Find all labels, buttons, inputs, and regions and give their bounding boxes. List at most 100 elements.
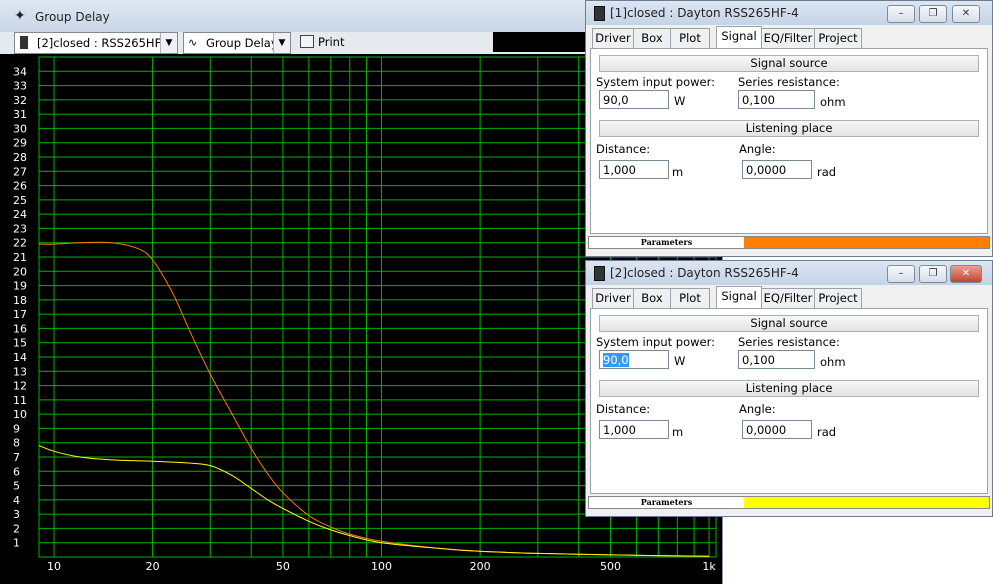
y-tick-label: 4 [13, 494, 20, 507]
project-combo[interactable]: [2]closed : RSS265HF-4 ▼ [14, 32, 178, 54]
properties-window-1: [1]closed : Dayton RSS265HF-4 – ❐ ✕ Driv… [585, 0, 993, 257]
y-tick-label: 19 [13, 280, 27, 293]
title-bar[interactable]: [2]closed : Dayton RSS265HF-4 – ❐ ✕ [586, 261, 992, 285]
y-tick-label: 25 [13, 194, 27, 207]
y-tick-label: 24 [13, 208, 27, 221]
tab-box[interactable]: Box [633, 28, 671, 48]
restore-button[interactable]: ❐ [919, 5, 947, 23]
print-label: Print [318, 35, 345, 49]
tab-project[interactable]: Project [814, 288, 862, 308]
window-title: Group Delay [35, 10, 110, 24]
close-button[interactable]: ✕ [950, 265, 982, 283]
tab-eq-filter[interactable]: EQ/Filter [761, 288, 815, 308]
power-input-selection: 90,0 [603, 353, 629, 367]
angle-input[interactable]: 0,0000 [742, 160, 812, 179]
minimize-button[interactable]: – [887, 5, 915, 23]
resistance-input[interactable]: 0,100 [738, 350, 815, 369]
speaker-icon [20, 36, 28, 49]
curve-combo-value: Group Delay [206, 36, 278, 50]
angle-unit: rad [817, 165, 837, 179]
tab-eq-filter[interactable]: EQ/Filter [761, 28, 815, 48]
y-tick-label: 15 [13, 337, 27, 350]
y-tick-label: 11 [13, 394, 27, 407]
power-input[interactable]: 90,0 [599, 90, 669, 109]
tab-plot[interactable]: Plot [670, 28, 710, 48]
speaker-icon [594, 266, 605, 281]
signal-panel: Signal source System input power: 90,0 W… [590, 308, 988, 494]
title-bar[interactable]: [1]closed : Dayton RSS265HF-4 – ❐ ✕ [586, 1, 992, 25]
window-title: [2]closed : Dayton RSS265HF-4 [610, 266, 799, 280]
print-button[interactable]: Print [300, 33, 350, 52]
status-label: Parameters [640, 497, 693, 507]
minimize-button[interactable]: – [887, 265, 915, 283]
angle-unit: rad [817, 425, 837, 439]
y-tick-label: 14 [13, 351, 27, 364]
y-tick-label: 34 [13, 65, 27, 78]
move-icon: ✦ [14, 8, 26, 24]
power-unit: W [674, 354, 686, 368]
x-tick-label: 20 [146, 560, 160, 573]
chevron-down-icon[interactable]: ▼ [160, 33, 177, 53]
x-tick-label: 50 [276, 560, 290, 573]
y-tick-label: 22 [13, 237, 27, 250]
y-tick-label: 9 [13, 422, 20, 435]
y-tick-label: 13 [13, 365, 27, 378]
y-tick-label: 32 [13, 94, 27, 107]
power-label: System input power: [596, 75, 715, 89]
distance-unit: m [672, 165, 684, 179]
y-tick-label: 6 [13, 465, 20, 478]
y-tick-label: 21 [13, 251, 27, 264]
tab-signal[interactable]: Signal [716, 286, 762, 309]
status-color-bar [744, 237, 989, 248]
distance-unit: m [672, 425, 684, 439]
angle-label: Angle: [739, 402, 776, 416]
tab-signal[interactable]: Signal [716, 26, 762, 49]
signal-source-header: Signal source [599, 315, 979, 332]
speaker-icon [594, 6, 605, 21]
y-tick-label: 23 [13, 222, 27, 235]
signal-panel: Signal source System input power: 90,0 W… [590, 48, 988, 234]
properties-window-2: [2]closed : Dayton RSS265HF-4 – ❐ ✕ Driv… [585, 260, 993, 517]
status-label: Parameters [640, 237, 693, 247]
tab-driver[interactable]: Driver [592, 28, 634, 48]
y-tick-label: 27 [13, 165, 27, 178]
curve-combo[interactable]: ∿ Group Delay ▼ [183, 32, 291, 54]
resistance-input[interactable]: 0,100 [738, 90, 815, 109]
y-tick-label: 16 [13, 322, 27, 335]
distance-label: Distance: [596, 402, 651, 416]
y-tick-label: 20 [13, 265, 27, 278]
wave-icon: ∿ [188, 36, 198, 49]
y-tick-label: 33 [13, 80, 27, 93]
y-tick-label: 2 [13, 522, 20, 535]
signal-source-header: Signal source [599, 55, 979, 72]
status-bar: Parameters [588, 496, 990, 509]
distance-label: Distance: [596, 142, 651, 156]
tab-plot[interactable]: Plot [670, 288, 710, 308]
tab-driver[interactable]: Driver [592, 288, 634, 308]
angle-input[interactable]: 0,0000 [742, 420, 812, 439]
y-tick-label: 17 [13, 308, 27, 321]
distance-input[interactable]: 1,000 [599, 420, 669, 439]
distance-input[interactable]: 1,000 [599, 160, 669, 179]
chevron-down-icon[interactable]: ▼ [273, 33, 290, 53]
y-tick-label: 7 [13, 451, 20, 464]
power-input[interactable]: 90,0 [599, 350, 669, 369]
x-tick-label: 500 [600, 560, 621, 573]
y-tick-label: 18 [13, 294, 27, 307]
listening-place-header: Listening place [599, 380, 979, 397]
resistance-label: Series resistance: [738, 335, 840, 349]
y-tick-label: 31 [13, 108, 27, 121]
y-tick-label: 8 [13, 437, 20, 450]
status-color-bar [744, 497, 989, 508]
close-button[interactable]: ✕ [952, 5, 980, 23]
y-tick-label: 26 [13, 180, 27, 193]
resistance-unit: ohm [820, 355, 846, 369]
x-tick-label: 10 [47, 560, 61, 573]
tab-box[interactable]: Box [633, 288, 671, 308]
angle-label: Angle: [739, 142, 776, 156]
tab-project[interactable]: Project [814, 28, 862, 48]
project-combo-value: [2]closed : RSS265HF-4 [37, 36, 173, 50]
restore-button[interactable]: ❐ [919, 265, 947, 283]
y-tick-label: 12 [13, 380, 27, 393]
power-unit: W [674, 94, 686, 108]
